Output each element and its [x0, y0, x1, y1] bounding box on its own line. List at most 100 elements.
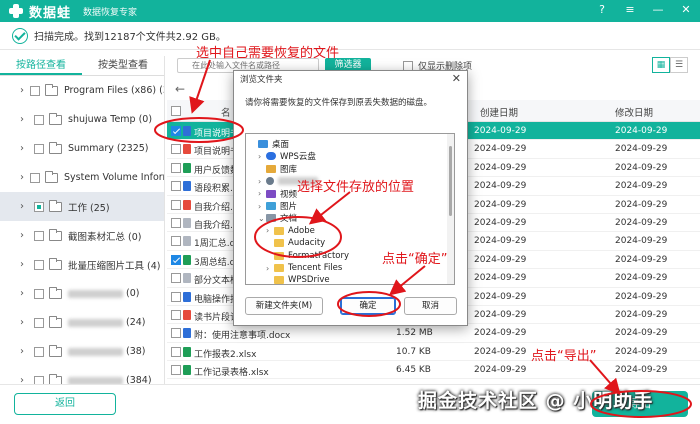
- folder-tree-item[interactable]: › (38): [0, 337, 164, 366]
- chevron-right-icon[interactable]: ›: [20, 172, 24, 183]
- file-created-date: 2024-09-29: [474, 199, 527, 210]
- dialog-tree-label: 桌面: [272, 140, 290, 150]
- file-checkbox[interactable]: [171, 199, 181, 210]
- tree-chevron-icon[interactable]: ›: [258, 202, 266, 211]
- file-modified-date: 2024-09-29: [615, 126, 668, 136]
- folder-checkbox[interactable]: [34, 317, 44, 328]
- grid-view-icon[interactable]: ▦: [652, 57, 670, 73]
- table-row[interactable]: 工作记录表格.xlsx 6.45 KB 2024-09-29 2024-09-29: [167, 361, 700, 380]
- chevron-right-icon[interactable]: ›: [20, 143, 28, 154]
- file-modified-date: 2024-09-29: [615, 291, 668, 302]
- dialog-cancel-button[interactable]: 取消: [404, 297, 457, 315]
- dialog-tree-node[interactable]: 桌面: [250, 138, 289, 150]
- folder-tree-item[interactable]: › shujuwa Temp (0): [0, 105, 164, 134]
- dialog-tree-label: WPS云盘: [280, 152, 316, 163]
- file-size: 10.7 KB: [396, 346, 431, 357]
- file-modified-date: 2024-09-29: [615, 365, 668, 376]
- file-checkbox[interactable]: [171, 217, 181, 228]
- folder-checkbox[interactable]: [30, 85, 40, 96]
- dialog-scrollbar[interactable]: [447, 134, 454, 284]
- header-modified[interactable]: 修改日期: [615, 105, 653, 119]
- file-checkbox[interactable]: [171, 309, 181, 320]
- dialog-tree-node[interactable]: › WPS云盘: [258, 150, 316, 163]
- new-folder-button[interactable]: 新建文件夹(M): [245, 297, 323, 315]
- folder-checkbox[interactable]: [34, 230, 44, 241]
- folder-checkbox[interactable]: [34, 143, 44, 154]
- tree-chevron-icon[interactable]: ›: [258, 189, 266, 198]
- tree-chevron-icon[interactable]: ›: [266, 226, 274, 235]
- folder-checkbox[interactable]: [30, 172, 40, 183]
- folder-checkbox[interactable]: [34, 201, 44, 212]
- chevron-right-icon[interactable]: ›: [20, 317, 28, 328]
- file-checkbox[interactable]: [171, 144, 181, 155]
- dialog-tree-node[interactable]: › 图片: [258, 200, 297, 213]
- folder-tree-item[interactable]: › System Volume Informati: [0, 163, 164, 192]
- folder-tree-item[interactable]: › 工作 (25): [0, 192, 164, 221]
- tree-chevron-icon[interactable]: ›: [258, 177, 266, 186]
- file-checkbox[interactable]: [171, 291, 181, 302]
- dialog-tree-node[interactable]: ⌄ 文档: [258, 212, 297, 225]
- file-checkbox[interactable]: [171, 365, 181, 376]
- dialog-tree-node[interactable]: FormatFactory: [266, 250, 349, 262]
- folder-tree-item[interactable]: › Program Files (x86) (3010: [0, 76, 164, 105]
- folder-tree-item[interactable]: › (0): [0, 279, 164, 308]
- table-row[interactable]: 工作报表2.xlsx 10.7 KB 2024-09-29 2024-09-29: [167, 343, 700, 362]
- file-checkbox[interactable]: [171, 162, 181, 173]
- only-deleted-checkbox[interactable]: [403, 60, 413, 71]
- dialog-tree-node[interactable]: WPSDrive: [266, 274, 330, 284]
- file-checkbox[interactable]: [171, 181, 181, 192]
- folder-tree-item[interactable]: › 截图素材汇总 (0): [0, 221, 164, 250]
- chevron-right-icon[interactable]: ›: [20, 201, 28, 212]
- table-row[interactable]: 附：使用注意事项.docx 1.52 MB 2024-09-29 2024-09-29: [167, 324, 700, 343]
- yfolder-icon: [274, 226, 284, 235]
- folder-tree-item[interactable]: › 批量压缩图片工具 (4): [0, 250, 164, 279]
- folder-checkbox[interactable]: [34, 114, 44, 125]
- chevron-right-icon[interactable]: ›: [20, 288, 28, 299]
- file-checkbox[interactable]: [171, 273, 181, 284]
- dialog-close-icon[interactable]: ✕: [452, 72, 461, 85]
- app-logo: 数据蛙: [8, 2, 71, 21]
- chevron-right-icon[interactable]: ›: [20, 259, 28, 270]
- tree-chevron-icon[interactable]: ›: [266, 264, 274, 273]
- text-file-icon: [183, 273, 191, 284]
- annotation-click-export: 点击“导出”: [531, 349, 597, 364]
- header-name[interactable]: 名: [221, 105, 231, 119]
- tab-by-type[interactable]: 按类型查看: [82, 56, 164, 75]
- chevron-right-icon[interactable]: ›: [20, 85, 24, 96]
- file-checkbox[interactable]: [171, 346, 181, 357]
- folder-checkbox[interactable]: [34, 346, 44, 357]
- header-created[interactable]: 创建日期: [480, 105, 518, 119]
- file-checkbox[interactable]: [171, 236, 181, 247]
- folder-tree-item[interactable]: › Summary (2325): [0, 134, 164, 163]
- dialog-tree-node[interactable]: 图库: [258, 163, 297, 175]
- dialog-tree-label: Adobe: [288, 225, 315, 236]
- view-mode-switch: ▦ ☰: [652, 57, 688, 73]
- close-icon[interactable]: ✕: [678, 3, 694, 16]
- file-created-date: 2024-09-29: [474, 126, 527, 136]
- back-button[interactable]: 返回: [14, 393, 116, 415]
- tab-by-path[interactable]: 按路径查看: [0, 56, 82, 75]
- select-all-checkbox[interactable]: [171, 106, 181, 116]
- minimize-icon[interactable]: —: [650, 3, 666, 16]
- dialog-tree-node[interactable]: Audacity: [266, 237, 325, 249]
- menu-icon[interactable]: ≡: [622, 3, 638, 16]
- dialog-ok-button[interactable]: 确定: [340, 297, 396, 315]
- chevron-right-icon[interactable]: ›: [20, 230, 28, 241]
- tree-chevron-icon[interactable]: ›: [258, 152, 266, 161]
- dialog-tree-node[interactable]: › Tencent Files: [266, 262, 342, 274]
- folder-checkbox[interactable]: [34, 288, 44, 299]
- folder-icon: [49, 199, 62, 212]
- file-checkbox[interactable]: [171, 126, 181, 136]
- folder-checkbox[interactable]: [34, 259, 44, 270]
- tree-chevron-icon[interactable]: ⌄: [258, 214, 266, 223]
- file-checkbox[interactable]: [171, 328, 181, 339]
- chevron-right-icon[interactable]: ›: [20, 114, 28, 125]
- folder-tree-item[interactable]: › (24): [0, 308, 164, 337]
- file-checkbox[interactable]: [171, 254, 181, 265]
- dialog-tree-node[interactable]: › Adobe: [266, 225, 315, 237]
- back-arrow-icon[interactable]: ←: [175, 82, 185, 96]
- chevron-right-icon[interactable]: ›: [20, 346, 28, 357]
- dialog-tree-node[interactable]: › 视频: [258, 188, 297, 200]
- help-icon[interactable]: ?: [594, 3, 610, 16]
- list-view-icon[interactable]: ☰: [670, 57, 688, 73]
